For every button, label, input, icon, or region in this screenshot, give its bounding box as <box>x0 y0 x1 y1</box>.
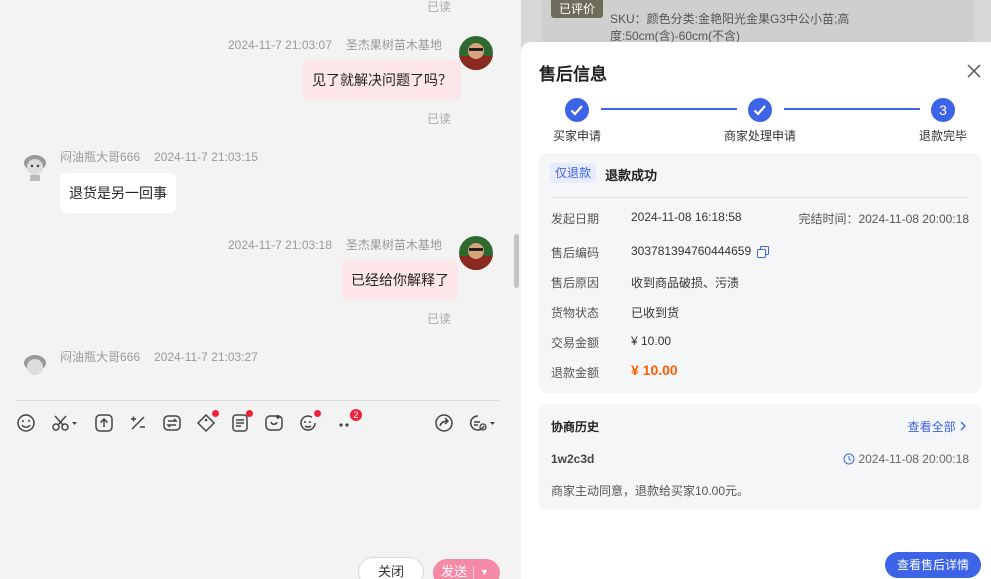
trade-amount-label: 交易金额 <box>551 336 600 350</box>
send-divider <box>473 566 474 579</box>
buyer-avatar[interactable] <box>18 148 52 182</box>
step-connector <box>784 108 920 110</box>
negotiation-history-box: 协商历史 查看全部 1w2c3d 2024-11-08 20:00:18 商家主… <box>539 404 981 510</box>
discount-icon[interactable] <box>128 413 148 433</box>
after-sale-id-label: 售后编码 <box>551 246 600 260</box>
reason-label: 售后原因 <box>551 276 600 290</box>
refund-amount-label: 退款金额 <box>551 366 600 380</box>
message-bubble[interactable]: 退货是另一回事 <box>60 173 176 213</box>
emoji-icon[interactable] <box>16 413 36 433</box>
product-sku: SKU：颜色分类:金艳阳光金果G3中公小苗;高度:50cm(含)-60cm(不含… <box>610 12 850 43</box>
cart-add-icon[interactable] <box>264 413 284 433</box>
send-options-caret[interactable]: ▼ <box>480 559 489 579</box>
close-icon[interactable] <box>967 64 981 78</box>
message-meta: 2024-11-7 21:03:18 圣杰果树苗木基地 <box>228 236 442 253</box>
view-after-sale-detail-button[interactable]: 查看售后详情 <box>885 552 981 578</box>
reason-value: 收到商品破损、污渍 <box>631 276 740 290</box>
more-icon[interactable]: 2 <box>336 409 362 433</box>
sender-name: 圣杰果树苗木基地 <box>345 238 442 252</box>
message-time: 2024-11-7 21:03:15 <box>154 150 258 164</box>
forward-icon[interactable] <box>434 413 454 433</box>
message-bubble[interactable]: 见了就解决问题了吗？ <box>303 60 461 100</box>
refund-status: 退款成功 <box>605 168 658 183</box>
panel-title: 售后信息 <box>539 65 607 84</box>
sender-name: 闷油瓶大哥666 <box>60 150 141 164</box>
more-badge: 2 <box>350 409 362 421</box>
upload-icon[interactable] <box>94 413 114 433</box>
read-status: 已读 <box>426 312 451 326</box>
buyer-avatar[interactable] <box>18 348 52 382</box>
step-label: 商家处理申请 <box>724 129 797 143</box>
notification-dot <box>246 410 253 417</box>
message-meta: 2024-11-7 21:03:07 圣杰果树苗木基地 <box>228 36 442 53</box>
coupon-icon[interactable] <box>196 410 219 433</box>
message-bubble[interactable]: 已经给你解释了 <box>342 260 458 300</box>
message-time: 2024-11-7 21:03:27 <box>154 350 258 364</box>
message-list[interactable]: 已读 2024-11-7 21:03:07 圣杰果树苗木基地 见了就解决问题了吗？… <box>0 0 521 395</box>
trade-amount-value: ¥ 10.00 <box>631 334 672 348</box>
exchange-icon[interactable] <box>162 413 182 433</box>
refund-detail-box: 仅退款 退款成功 发起日期 2024-11-08 16:18:58 完结时间：2… <box>539 153 981 393</box>
seller-avatar[interactable] <box>459 236 493 270</box>
notification-dot <box>212 410 219 417</box>
history-title: 协商历史 <box>551 420 600 434</box>
order-icon[interactable] <box>230 410 253 433</box>
after-sale-panel: 售后信息 3 买家申请 商家处理申请 退款完毕 仅退款 退款成功 发起日期 20… <box>521 42 991 579</box>
view-all-link[interactable]: 查看全部 <box>908 418 967 435</box>
after-sale-id-value[interactable]: 303781394760444659 <box>631 244 751 258</box>
chat-scrollbar[interactable] <box>514 234 519 288</box>
divider <box>551 197 969 198</box>
read-status: 已读 <box>426 112 451 126</box>
history-time: 2024-11-08 20:00:18 <box>858 452 969 466</box>
sender-name: 闷油瓶大哥666 <box>60 350 141 364</box>
step-label: 买家申请 <box>553 129 602 143</box>
copy-icon[interactable] <box>757 246 769 258</box>
message-meta: 闷油瓶大哥666 2024-11-7 21:03:15 <box>60 148 258 165</box>
send-label: 发送 <box>441 564 468 579</box>
clock-icon <box>843 453 855 465</box>
seller-avatar[interactable] <box>459 36 493 70</box>
chat-pane: 已读 2024-11-7 21:03:07 圣杰果树苗木基地 见了就解决问题了吗？… <box>0 0 521 579</box>
chevron-right-icon <box>960 421 966 431</box>
finish-time: 完结时间：2024-11-08 20:00:18 <box>798 212 969 226</box>
goods-status-value: 已收到货 <box>631 306 680 320</box>
sender-name: 圣杰果树苗木基地 <box>345 38 442 52</box>
history-message: 商家主动同意，退款给买家10.00元。 <box>551 484 750 498</box>
step-check-icon <box>565 98 589 122</box>
service-icon[interactable] <box>298 410 321 433</box>
read-status: 已读 <box>426 0 451 14</box>
input-toolbar: 2 <box>16 400 500 444</box>
start-date-value: 2024-11-08 16:18:58 <box>631 210 742 224</box>
message-time: 2024-11-7 21:03:18 <box>228 238 332 252</box>
refund-amount-value: ¥ 10.00 <box>631 362 678 378</box>
view-all-label: 查看全部 <box>907 420 956 434</box>
step-number: 3 <box>931 98 955 122</box>
history-user: 1w2c3d <box>551 452 595 466</box>
close-button[interactable]: 关闭 <box>358 557 424 579</box>
step-check-icon <box>748 98 772 122</box>
scissors-icon[interactable] <box>51 413 79 433</box>
history-timestamp: 2024-11-08 20:00:18 <box>843 452 969 466</box>
message-meta: 闷油瓶大哥666 2024-11-7 21:03:27 <box>60 348 258 365</box>
rated-tag: 已评价 <box>551 0 603 18</box>
goods-status-label: 货物状态 <box>551 306 600 320</box>
refund-type-tag: 仅退款 <box>550 163 597 183</box>
step-label: 退款完毕 <box>919 129 968 143</box>
start-date-label: 发起日期 <box>551 212 600 226</box>
message-time: 2024-11-7 21:03:07 <box>228 38 332 52</box>
send-button[interactable]: 发送 ▼ <box>433 559 500 579</box>
quick-reply-icon[interactable] <box>468 413 498 433</box>
notification-dot <box>314 410 321 417</box>
step-connector <box>601 108 737 110</box>
